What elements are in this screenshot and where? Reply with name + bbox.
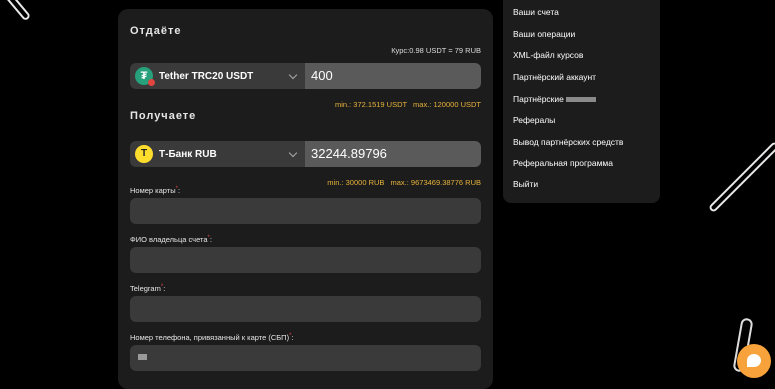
- menu-item-partner-links[interactable]: Партнёрские: [513, 94, 596, 104]
- owner-name-input[interactable]: [130, 247, 481, 273]
- send-min: min.: 372.1519 USDT: [334, 100, 407, 109]
- telegram-label: Telegram*:: [130, 284, 166, 293]
- menu-item-referral-program[interactable]: Реферальная программа: [513, 158, 613, 168]
- phone-input[interactable]: [130, 345, 481, 371]
- menu-item-partner-account[interactable]: Партнёрский аккаунт: [513, 72, 596, 82]
- menu-item-xml-rates[interactable]: XML-файл курсов: [513, 50, 583, 60]
- telegram-input[interactable]: [130, 296, 481, 322]
- card-label: Номер карты*:: [130, 186, 181, 195]
- receive-row: T Т-Банк RUB 32244.89796: [130, 141, 481, 167]
- receive-title: Получаете: [130, 110, 197, 122]
- card-number-input[interactable]: [130, 198, 481, 224]
- menu-item-referrals[interactable]: Рефералы: [513, 115, 555, 125]
- send-currency-name: Tether TRC20 USDT: [159, 70, 254, 82]
- chevron-down-icon: [288, 70, 298, 80]
- menu-item-accounts[interactable]: Ваши счета: [513, 7, 559, 17]
- send-limits: min.: 372.1519 USDT max.: 120000 USDT: [331, 100, 481, 109]
- exchange-rate: Курс:0.98 USDT = 79 RUB: [391, 46, 481, 55]
- redacted-text: [565, 97, 596, 103]
- send-title: Отдаёте: [130, 25, 182, 37]
- owner-label: ФИО владельца счета*:: [130, 235, 212, 244]
- send-row: ₮ Tether TRC20 USDT 400: [130, 63, 481, 89]
- tether-icon: ₮: [135, 67, 155, 86]
- exchange-panel: Отдаёте Курс:0.98 USDT = 79 RUB ₮ Tether…: [118, 9, 493, 389]
- decorative-line: [0, 0, 32, 22]
- account-menu: Ваши счета Ваши операции XML-файл курсов…: [503, 0, 660, 203]
- receive-min: min.: 30000 RUB: [327, 178, 385, 187]
- phone-label: Номер телефона, привязанный к карте (СБП…: [130, 333, 294, 342]
- receive-limits: min.: 30000 RUB max.: 9673469.38776 RUB: [323, 178, 481, 187]
- receive-currency-name: Т-Банк RUB: [159, 148, 217, 160]
- tbank-icon: T: [135, 145, 153, 163]
- send-amount-input[interactable]: 400: [305, 63, 481, 89]
- phone-prefix-flag: [138, 354, 147, 360]
- chat-button[interactable]: [737, 344, 771, 378]
- receive-max: max.: 9673469.38776 RUB: [390, 178, 481, 187]
- decorative-line: [707, 140, 775, 214]
- send-max: max.: 120000 USDT: [413, 100, 481, 109]
- chevron-down-icon: [288, 148, 298, 158]
- menu-item-partner-withdrawal[interactable]: Вывод партнёрских средств: [513, 137, 623, 147]
- send-currency-select[interactable]: ₮ Tether TRC20 USDT: [130, 63, 305, 89]
- menu-item-operations[interactable]: Ваши операции: [513, 29, 575, 39]
- receive-amount-input[interactable]: 32244.89796: [305, 141, 481, 167]
- receive-currency-select[interactable]: T Т-Банк RUB: [130, 141, 305, 167]
- menu-item-logout[interactable]: Выйти: [513, 179, 538, 189]
